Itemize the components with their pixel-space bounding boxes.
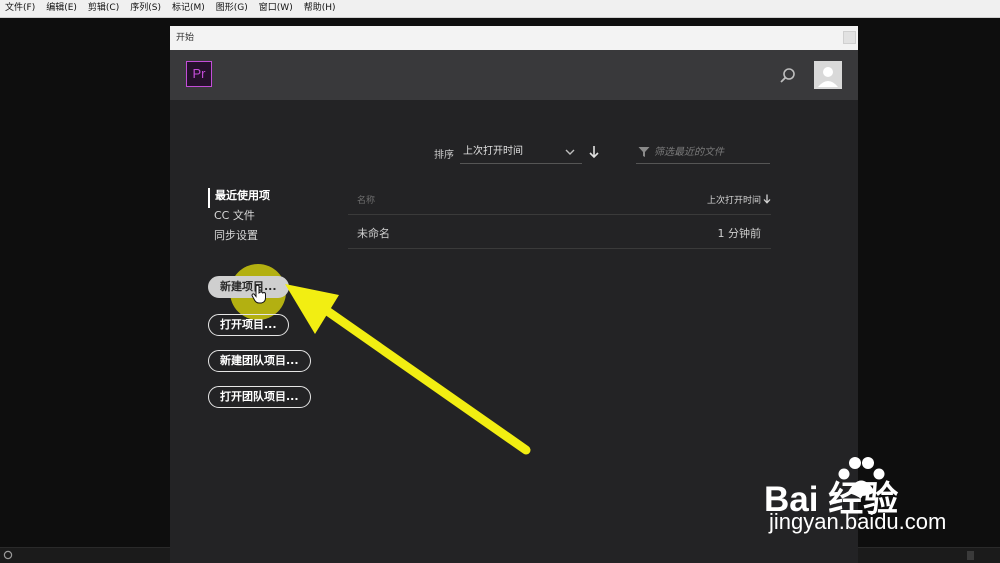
menu-help[interactable]: 帮助(H) xyxy=(299,0,342,17)
recent-files-table: 名称 上次打开时间 未命名 1 分钟前 xyxy=(348,186,771,249)
column-last-opened[interactable]: 上次打开时间 xyxy=(707,193,761,206)
table-header: 名称 上次打开时间 xyxy=(348,186,771,215)
dialog-header: Pr xyxy=(170,50,858,100)
sort-dropdown[interactable]: 上次打开时间 xyxy=(460,140,582,164)
menu-file[interactable]: 文件(F) xyxy=(0,0,41,17)
menu-graphics[interactable]: 图形(G) xyxy=(211,0,254,17)
filter-input[interactable] xyxy=(652,142,772,162)
chevron-down-icon xyxy=(565,149,575,155)
nav-recent[interactable]: 最近使用项 xyxy=(208,188,270,208)
file-last-opened: 1 分钟前 xyxy=(717,227,762,240)
start-dialog: 开始 Pr 排序 上次打开时间 最近使用项 CC 文件 xyxy=(170,26,858,563)
sync-status-icon[interactable] xyxy=(3,550,13,560)
watermark-url: jingyan.baidu.com xyxy=(769,509,947,534)
table-row[interactable]: 未命名 1 分钟前 xyxy=(348,215,771,249)
nav-sync-settings[interactable]: 同步设置 xyxy=(208,228,270,248)
new-team-project-button[interactable]: 新建团队项目... xyxy=(208,350,311,372)
open-project-button[interactable]: 打开项目... xyxy=(208,314,289,336)
premiere-logo: Pr xyxy=(186,61,212,87)
file-name: 未命名 xyxy=(357,227,390,240)
search-icon[interactable] xyxy=(778,66,798,86)
sort-value: 上次打开时间 xyxy=(463,146,523,157)
status-indicator xyxy=(967,551,974,560)
user-icon xyxy=(818,67,838,87)
menu-clip[interactable]: 剪辑(C) xyxy=(83,0,125,17)
sort-direction-arrow-icon[interactable] xyxy=(588,145,600,159)
menu-bar: 文件(F) 编辑(E) 剪辑(C) 序列(S) 标记(M) 图形(G) 窗口(W… xyxy=(0,0,1000,18)
sort-down-arrow-icon xyxy=(763,194,771,204)
hand-cursor-icon xyxy=(251,284,266,304)
close-button[interactable] xyxy=(843,31,856,44)
filter-field xyxy=(636,140,772,164)
menu-markers[interactable]: 标记(M) xyxy=(167,0,211,17)
menu-window[interactable]: 窗口(W) xyxy=(254,0,299,17)
baidu-jingyan-watermark: Bai 经验 jingyan.baidu.com xyxy=(764,454,984,546)
new-project-button[interactable]: 新建项目... xyxy=(208,276,289,298)
open-team-project-button[interactable]: 打开团队项目... xyxy=(208,386,311,408)
dialog-title: 开始 xyxy=(176,33,195,43)
nav-cc-files[interactable]: CC 文件 xyxy=(208,208,270,228)
side-nav: 最近使用项 CC 文件 同步设置 xyxy=(208,188,270,248)
user-avatar[interactable] xyxy=(814,61,842,89)
filter-funnel-icon xyxy=(638,147,650,157)
menu-sequence[interactable]: 序列(S) xyxy=(125,0,167,17)
menu-edit[interactable]: 编辑(E) xyxy=(41,0,83,17)
sort-label: 排序 xyxy=(434,150,454,161)
dialog-titlebar: 开始 xyxy=(170,26,858,50)
column-name[interactable]: 名称 xyxy=(357,193,375,206)
